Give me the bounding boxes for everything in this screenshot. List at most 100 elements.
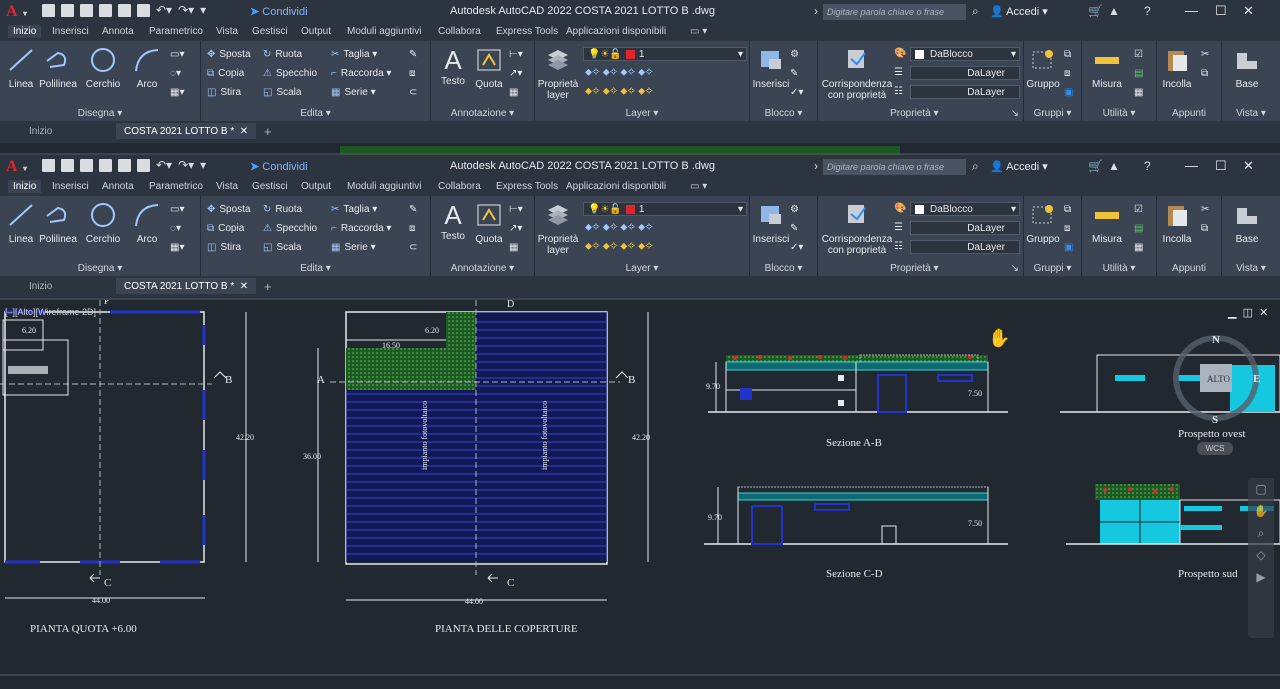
layer-dropdown[interactable]: 💡☀🔓 1 ▾ — [583, 47, 747, 61]
panel-label-annotazione[interactable]: Annotazione ▾ — [431, 108, 534, 119]
customize-qat-icon[interactable]: ▾ — [200, 4, 206, 17]
share-button[interactable]: ➤ Condividi — [250, 160, 308, 173]
copy-clip-icon[interactable]: ⧉ — [1201, 223, 1208, 234]
select-all-icon[interactable]: ▤ — [1134, 68, 1143, 79]
web-mobile-icon[interactable] — [118, 159, 131, 172]
tab-applicazioni-disponibili[interactable]: Applicazioni disponibili — [566, 26, 666, 37]
polyline-button[interactable]: Polilinea — [38, 202, 78, 245]
section-cd[interactable]: 9.70 7.50 Sezione C-D — [704, 486, 1008, 580]
calculator-icon[interactable]: ▦ — [1134, 242, 1143, 253]
help-icon[interactable]: ? — [1144, 4, 1151, 18]
tab-vista[interactable]: Vista — [216, 26, 238, 37]
create-block-icon[interactable]: ⚙ — [790, 49, 799, 60]
leader-icon[interactable]: ↗▾ — [509, 223, 522, 234]
cart-icon[interactable]: 🛒 — [1088, 159, 1103, 173]
tab-express-tools[interactable]: Express Tools — [496, 181, 558, 192]
panel-label-appunti[interactable]: Appunti — [1157, 263, 1221, 274]
create-block-icon[interactable]: ⚙ — [790, 204, 799, 215]
cut-icon[interactable]: ✂ — [1201, 49, 1209, 60]
dimension-button[interactable]: Quota — [471, 47, 507, 90]
close-button[interactable]: ✕ — [1243, 158, 1254, 174]
navigation-bar[interactable]: ▢ ✋ ⌕ ◇ ▶ — [1248, 478, 1274, 638]
dim-linear-icon[interactable]: ⊢▾ — [509, 49, 523, 60]
explode-icon[interactable]: ⊂ — [409, 242, 417, 253]
navbar-icons[interactable]: ▢ ✋ ⌕ ◇ ▶ — [1248, 478, 1274, 588]
new-icon[interactable] — [42, 4, 55, 17]
tab-gestisci[interactable]: Gestisci — [252, 26, 288, 37]
open-icon[interactable] — [61, 159, 74, 172]
color-dropdown[interactable]: DaBlocco ▾ — [910, 47, 1020, 61]
group-selection-icon[interactable]: ▣ — [1064, 242, 1073, 253]
tab-output[interactable]: Output — [301, 26, 331, 37]
color-dropdown[interactable]: DaBlocco ▾ — [910, 202, 1020, 216]
offset-icon[interactable]: ⧈ — [409, 223, 415, 234]
linetype-dropdown[interactable]: DaLayer — [910, 66, 1020, 80]
measure-button[interactable]: Misura — [1090, 202, 1124, 245]
tab-annota[interactable]: Annota — [102, 26, 134, 37]
ribbon-minimize-icon[interactable]: ▭ ▾ — [690, 26, 707, 37]
group-edit-icon[interactable]: ⧈ — [1064, 68, 1070, 79]
block-attribute-icon[interactable]: ✓▾ — [790, 87, 803, 98]
lineweight-dropdown[interactable]: DaLayer — [910, 240, 1020, 254]
array-dropdown-icon[interactable]: ▦▾ — [170, 242, 184, 253]
cart-icon[interactable]: 🛒 — [1088, 4, 1103, 18]
fillet-button[interactable]: ⌐ Raccorda ▾ — [331, 68, 391, 79]
trim-button[interactable]: ✂ Taglia ▾ — [331, 49, 377, 60]
layer-tools-row2-icons[interactable]: ⬥✧ ⬥✧ ⬥✧ ⬥✧ — [585, 241, 653, 252]
arc-button[interactable]: Arco — [132, 202, 162, 245]
paste-button[interactable]: Incolla — [1159, 202, 1195, 245]
layer-dropdown[interactable]: 💡☀🔓 1 ▾ — [583, 202, 747, 216]
leader-icon[interactable]: ↗▾ — [509, 68, 522, 79]
base-view-button[interactable]: Base — [1226, 202, 1268, 245]
help-icon[interactable]: ? — [1144, 159, 1151, 173]
autocad-logo-icon[interactable]: A ▾ — [6, 158, 30, 176]
panel-label-blocco[interactable]: Blocco ▾ — [750, 108, 817, 119]
autocad-logo-icon[interactable]: A ▾ — [6, 3, 30, 21]
tab-collabora[interactable]: Collabora — [438, 181, 481, 192]
group-edit-icon[interactable]: ⧈ — [1064, 223, 1070, 234]
doc-tab-start[interactable]: Inizio — [29, 126, 52, 137]
drawing-svg[interactable]: B C P 6.20 42.20 44.00 PIANTA QUOTA +6.0… — [0, 300, 1280, 689]
tab-moduli-aggiuntivi[interactable]: Moduli aggiuntivi — [347, 181, 422, 192]
base-view-button[interactable]: Base — [1226, 47, 1268, 90]
panel-label-gruppi[interactable]: Gruppi ▾ — [1024, 108, 1081, 119]
erase-icon[interactable]: ✎ — [409, 204, 417, 215]
save-icon[interactable] — [80, 4, 93, 17]
match-properties-button[interactable]: Corrispondenza con proprietà — [820, 202, 894, 256]
viewport-window-controls[interactable]: ▁ ◫ ✕ — [1228, 306, 1268, 319]
search-input[interactable]: Digitare parola chiave o frase — [823, 4, 966, 20]
autodesk-a360-icon[interactable]: ▲ — [1108, 159, 1120, 173]
dim-linear-icon[interactable]: ⊢▾ — [509, 204, 523, 215]
search-expand-icon[interactable]: › — [814, 4, 818, 18]
tab-moduli-aggiuntivi[interactable]: Moduli aggiuntivi — [347, 26, 422, 37]
undo-icon[interactable]: ↶▾ — [156, 4, 172, 17]
rectangle-icon[interactable]: ▭▾ — [170, 204, 184, 215]
search-input[interactable]: Digitare parola chiave o frase — [823, 159, 966, 175]
stretch-button[interactable]: ◫ Stira — [207, 242, 241, 253]
panel-label-blocco[interactable]: Blocco ▾ — [750, 263, 817, 274]
close-button[interactable]: ✕ — [1243, 3, 1254, 19]
autodesk-a360-icon[interactable]: ▲ — [1108, 4, 1120, 18]
panel-label-utilita[interactable]: Utilità ▾ — [1082, 108, 1156, 119]
panel-label-edita[interactable]: Edita ▾ — [201, 263, 430, 274]
ungroup-icon[interactable]: ⧉ — [1064, 49, 1071, 60]
line-button[interactable]: Linea — [6, 202, 36, 245]
mirror-button[interactable]: ⚠ Specchio — [263, 223, 317, 234]
panel-label-vista[interactable]: Vista ▾ — [1222, 263, 1280, 274]
minimize-button[interactable]: — — [1185, 3, 1198, 18]
insert-block-button[interactable]: Inserisci — [752, 202, 790, 245]
tab-applicazioni-disponibili[interactable]: Applicazioni disponibili — [566, 181, 666, 192]
panel-label-disegna[interactable]: Disegna ▾ — [0, 263, 200, 274]
maximize-button[interactable]: ☐ — [1215, 158, 1227, 174]
doc-tab-close-icon[interactable]: ✕ — [240, 281, 248, 292]
drawing-canvas[interactable]: B C P 6.20 42.20 44.00 PIANTA QUOTA +6.0… — [0, 300, 1280, 689]
panel-label-proprieta[interactable]: Proprietà ▾ ↘ — [818, 263, 1023, 274]
move-button[interactable]: ✥ Sposta — [207, 204, 251, 215]
redo-icon[interactable]: ↷▾ — [178, 4, 194, 17]
doc-tab-close-icon[interactable]: ✕ — [240, 126, 248, 137]
tab-parametrico[interactable]: Parametrico — [149, 26, 203, 37]
group-selection-icon[interactable]: ▣ — [1064, 87, 1073, 98]
sign-in-button[interactable]: 👤 Accedi ▾ — [990, 5, 1048, 18]
layer-properties-button[interactable]: Proprietà layer — [537, 202, 579, 256]
tab-vista[interactable]: Vista — [216, 181, 238, 192]
